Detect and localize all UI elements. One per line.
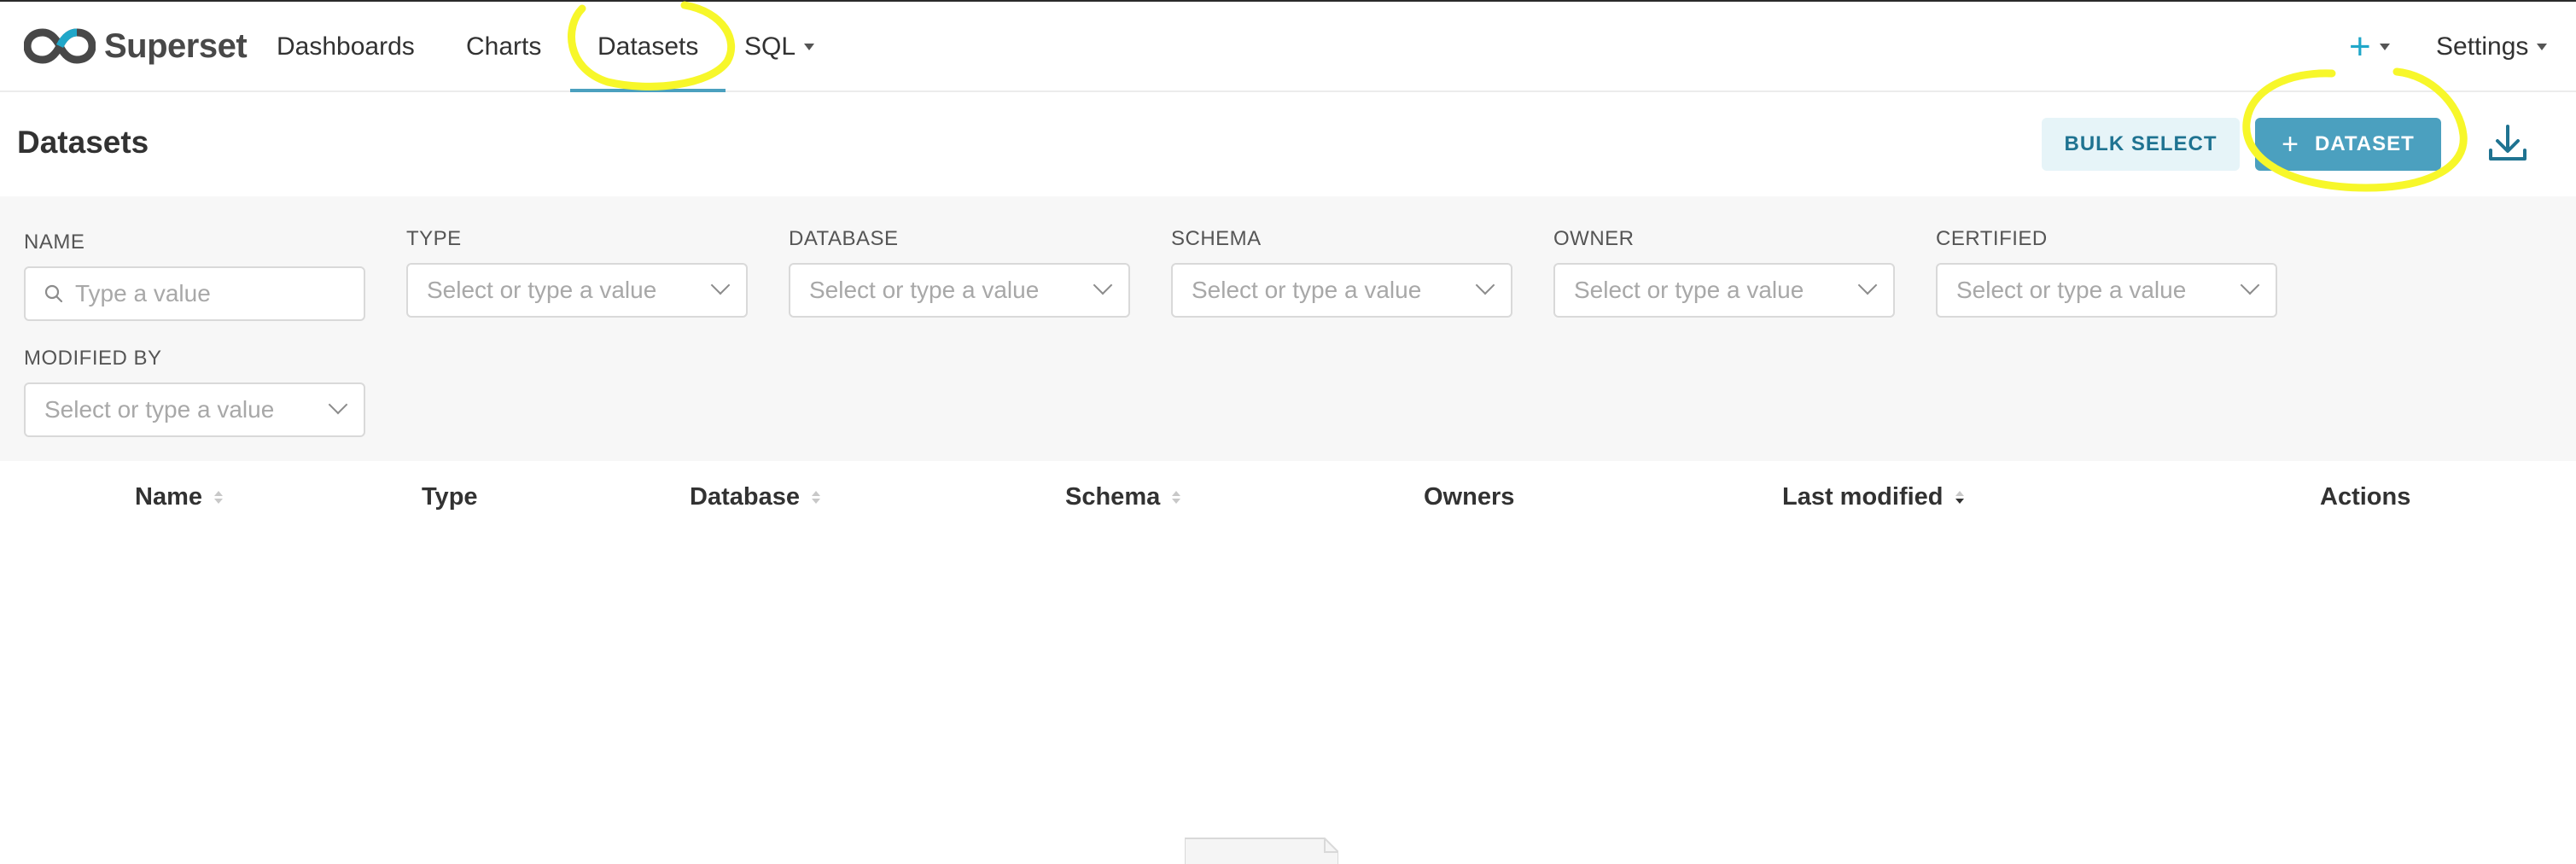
filter-type: TYPE Select or type a value xyxy=(406,227,748,318)
filter-schema: SCHEMA Select or type a value xyxy=(1171,227,1512,318)
new-item-menu[interactable]: + xyxy=(2349,2,2390,92)
top-navbar: Superset Dashboards Charts Datasets SQL … xyxy=(0,2,2576,94)
database-select[interactable]: Select or type a value xyxy=(789,263,1130,318)
column-header-label: Schema xyxy=(1065,483,1161,511)
name-search-input[interactable]: Type a value xyxy=(24,266,365,321)
filters-panel: NAME Type a value TYPE Select or type a … xyxy=(0,196,2576,461)
column-header-label: Name xyxy=(135,483,202,511)
filter-name: NAME Type a value xyxy=(24,231,365,321)
column-header-type: Type xyxy=(422,483,478,511)
plus-icon: + xyxy=(2282,127,2300,161)
filter-label: DATABASE xyxy=(789,227,899,250)
column-header-name[interactable]: Name xyxy=(135,483,223,511)
column-header-label: Actions xyxy=(2320,483,2411,511)
settings-label: Settings xyxy=(2436,32,2529,61)
empty-state-icon xyxy=(1185,838,1338,864)
plus-icon: + xyxy=(2349,26,2371,67)
nav-sql[interactable]: SQL xyxy=(744,2,815,92)
filter-label: TYPE xyxy=(406,227,462,250)
modified-by-select[interactable]: Select or type a value xyxy=(24,382,365,437)
filter-placeholder: Type a value xyxy=(75,280,211,306)
sort-icon xyxy=(1172,491,1181,504)
nav-charts[interactable]: Charts xyxy=(466,2,541,92)
caret-down-icon xyxy=(2379,44,2390,50)
filter-database: DATABASE Select or type a value xyxy=(789,227,1130,318)
download-icon[interactable] xyxy=(2486,121,2530,166)
column-header-schema[interactable]: Schema xyxy=(1065,483,1181,511)
filter-modified-by: MODIFIED BY Select or type a value xyxy=(24,347,365,437)
filter-label: MODIFIED BY xyxy=(24,347,162,370)
nav-datasets-label: Datasets xyxy=(597,32,699,61)
sort-icon xyxy=(214,491,223,504)
filter-certified: CERTIFIED Select or type a value xyxy=(1936,227,2277,318)
column-header-actions: Actions xyxy=(2320,483,2410,511)
chevron-down-icon xyxy=(1093,275,1113,295)
app-name: Superset xyxy=(104,26,248,65)
add-dataset-button[interactable]: + DATASET xyxy=(2255,118,2441,171)
chevron-down-icon xyxy=(328,394,348,415)
filter-owner: OWNER Select or type a value xyxy=(1553,227,1895,318)
caret-down-icon xyxy=(2537,44,2548,50)
bulk-select-button[interactable]: BULK SELECT xyxy=(2042,118,2240,171)
column-header-owners: Owners xyxy=(1424,483,1514,511)
filter-placeholder: Select or type a value xyxy=(1956,277,2187,303)
settings-menu[interactable]: Settings xyxy=(2436,2,2548,92)
page-header: Datasets BULK SELECT + DATASET xyxy=(0,92,2576,196)
owner-select[interactable]: Select or type a value xyxy=(1553,263,1895,318)
column-header-label: Owners xyxy=(1424,483,1515,511)
filter-label: OWNER xyxy=(1553,227,1635,250)
column-header-label: Type xyxy=(422,483,478,511)
filter-label: NAME xyxy=(24,231,85,254)
nav-dashboards-label: Dashboards xyxy=(277,32,415,61)
superset-logo-icon xyxy=(24,28,96,64)
datasets-table: Name Type Database Schema Owners Last mo… xyxy=(24,461,2550,864)
nav-dashboards[interactable]: Dashboards xyxy=(277,2,415,92)
certified-select[interactable]: Select or type a value xyxy=(1936,263,2277,318)
nav-datasets[interactable]: Datasets xyxy=(570,2,726,94)
filter-placeholder: Select or type a value xyxy=(427,277,657,303)
filter-placeholder: Select or type a value xyxy=(1192,277,1422,303)
filter-label: CERTIFIED xyxy=(1936,227,2048,250)
caret-down-icon xyxy=(804,44,815,50)
search-icon xyxy=(44,284,63,303)
filter-placeholder: Select or type a value xyxy=(1574,277,1804,303)
column-header-label: Last modified xyxy=(1782,483,1944,511)
page-title: Datasets xyxy=(17,125,149,160)
chevron-down-icon xyxy=(2240,275,2260,295)
chevron-down-icon xyxy=(710,275,731,295)
add-dataset-label: DATASET xyxy=(2315,132,2415,155)
schema-select[interactable]: Select or type a value xyxy=(1171,263,1512,318)
filter-placeholder: Select or type a value xyxy=(809,277,1040,303)
type-select[interactable]: Select or type a value xyxy=(406,263,748,318)
nav-charts-label: Charts xyxy=(466,32,542,61)
sort-icon xyxy=(1955,491,1964,504)
sort-icon xyxy=(811,491,820,504)
chevron-down-icon xyxy=(1857,275,1878,295)
nav-sql-label: SQL xyxy=(744,32,796,61)
chevron-down-icon xyxy=(1475,275,1495,295)
column-header-label: Database xyxy=(690,483,800,511)
column-header-last-modified[interactable]: Last modified xyxy=(1782,483,1964,511)
column-header-database[interactable]: Database xyxy=(690,483,820,511)
filter-placeholder: Select or type a value xyxy=(44,396,275,423)
filter-label: SCHEMA xyxy=(1171,227,1262,250)
superset-logo[interactable]: Superset xyxy=(24,20,248,72)
